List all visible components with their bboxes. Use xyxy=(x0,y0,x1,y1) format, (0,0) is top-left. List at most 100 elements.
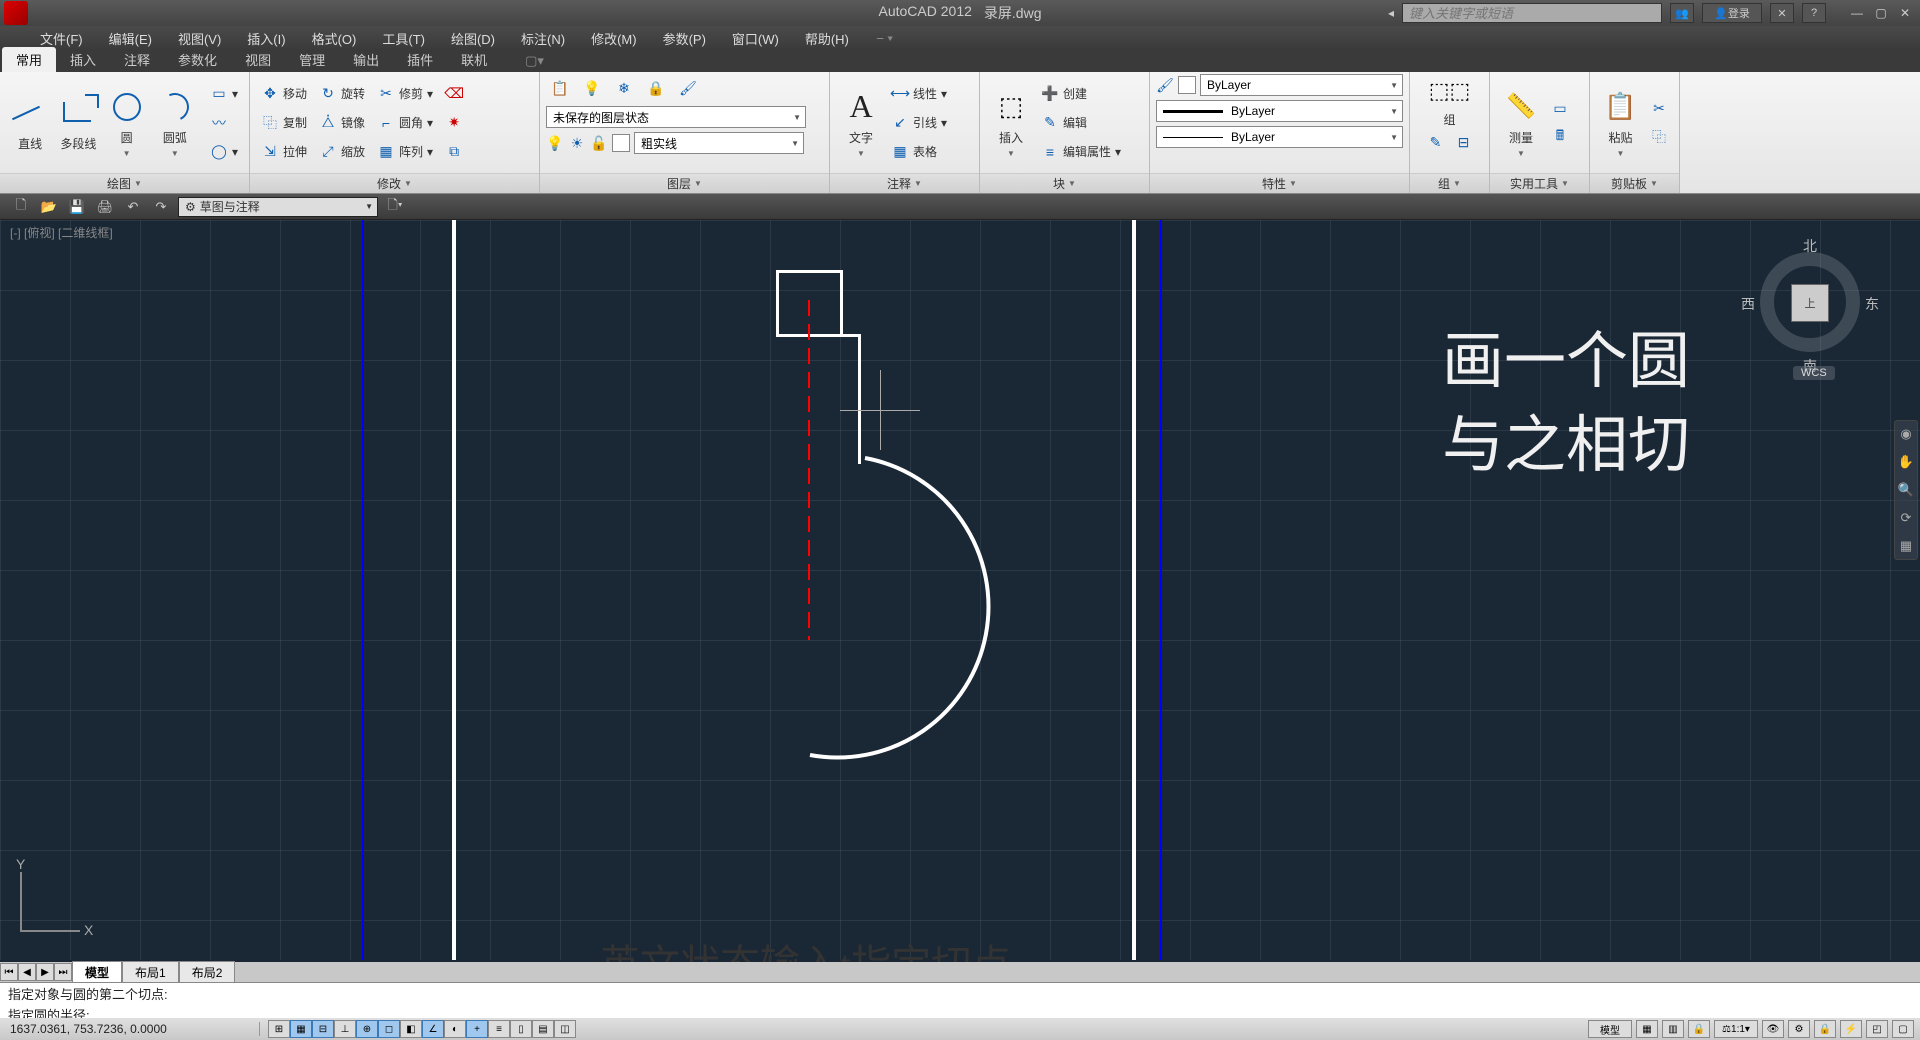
tab-next[interactable]: ▶ xyxy=(36,963,54,981)
tab-view[interactable]: 视图 xyxy=(231,47,285,72)
sb-toolbar-lock[interactable]: 🔒 xyxy=(1814,1020,1836,1038)
tab-first[interactable]: ⏮ xyxy=(0,963,18,981)
qat-undo[interactable]: ↶ xyxy=(122,197,144,217)
tool-cut[interactable]: ✂ xyxy=(1645,94,1673,122)
tool-spline[interactable]: 〰 xyxy=(205,109,243,137)
viewcube-west[interactable]: 西 xyxy=(1741,294,1755,314)
menu-window[interactable]: 窗口(W) xyxy=(722,27,789,50)
panel-modify-title[interactable]: 修改 xyxy=(250,173,539,193)
tool-group[interactable]: ⬚⬚组 xyxy=(1425,74,1475,128)
sb-hardware-accel[interactable]: ⚡ xyxy=(1840,1020,1862,1038)
sb-annovisibility[interactable]: 👁 xyxy=(1762,1020,1784,1038)
linetype-combo[interactable]: ByLayer xyxy=(1156,126,1403,148)
tab-parametric[interactable]: 参数化 xyxy=(164,47,231,72)
panel-util-title[interactable]: 实用工具 xyxy=(1490,173,1589,193)
layer-state-combo[interactable]: 未保存的图层状态 xyxy=(546,106,806,128)
panel-annotate-title[interactable]: 注释 xyxy=(830,173,979,193)
tool-arc[interactable]: 圆弧▼ xyxy=(151,75,199,171)
tool-polyline[interactable]: 多段线 xyxy=(54,75,102,171)
group-ungroup[interactable]: ⊟ xyxy=(1450,128,1478,156)
maximize-button[interactable]: ▢ xyxy=(1870,4,1892,22)
lineweight-combo[interactable]: ByLayer xyxy=(1156,100,1403,122)
tool-copy-clip[interactable]: ⿻ xyxy=(1645,123,1673,151)
tab-last[interactable]: ⏭ xyxy=(54,963,72,981)
tab-output[interactable]: 输出 xyxy=(339,47,393,72)
wcs-badge[interactable]: WCS xyxy=(1793,366,1835,380)
close-button[interactable]: ✕ xyxy=(1894,4,1916,22)
sb-modelspace[interactable]: 模型 xyxy=(1588,1020,1632,1038)
sb-quicklayout[interactable]: ▥ xyxy=(1662,1020,1684,1038)
login-button[interactable]: 👤 登录 xyxy=(1702,3,1762,23)
tool-paste[interactable]: 📋粘贴▼ xyxy=(1596,75,1645,171)
layer-current-combo[interactable]: 粗实线 xyxy=(634,132,804,154)
layout-tab-model[interactable]: 模型 xyxy=(72,961,122,983)
tab-addins[interactable]: 插件 xyxy=(393,47,447,72)
panel-insert-title[interactable]: 块 xyxy=(980,173,1149,193)
tool-rotate[interactable]: ↻旋转 xyxy=(314,80,370,108)
tool-select[interactable]: ▭ xyxy=(1546,94,1574,122)
nav-wheel[interactable]: ◉ xyxy=(1897,425,1915,443)
tool-move[interactable]: ✥移动 xyxy=(256,80,312,108)
panel-clip-title[interactable]: 剪贴板 xyxy=(1590,173,1679,193)
tool-array[interactable]: ▦阵列 ▾ xyxy=(372,138,438,166)
tool-fillet[interactable]: ⌐圆角 ▾ xyxy=(372,109,438,137)
tool-stretch[interactable]: ⇲拉伸 xyxy=(256,138,312,166)
tool-edit-attr[interactable]: ≡编辑属性 ▾ xyxy=(1036,138,1126,166)
layout-tab-1[interactable]: 布局1 xyxy=(122,961,179,983)
tool-circle[interactable]: 圆▼ xyxy=(102,75,150,171)
panel-draw-title[interactable]: 绘图 xyxy=(0,173,249,193)
sb-lwt[interactable]: ≡ xyxy=(488,1020,510,1038)
tool-line[interactable]: 直线 xyxy=(6,75,54,171)
match-props-icon[interactable]: 🖌 xyxy=(1156,76,1174,94)
sb-dyn[interactable]: + xyxy=(466,1020,488,1038)
sb-snap[interactable]: ▦ xyxy=(290,1020,312,1038)
sb-cleanscreen[interactable]: ▢ xyxy=(1892,1020,1914,1038)
nav-pan[interactable]: ✋ xyxy=(1897,453,1915,471)
qat-redo[interactable]: ↷ xyxy=(150,197,172,217)
infocenter-button[interactable]: 👥 xyxy=(1670,3,1694,23)
search-input[interactable] xyxy=(1402,3,1662,23)
tool-mirror[interactable]: ⧊镜像 xyxy=(314,109,370,137)
minimize-button[interactable]: — xyxy=(1846,4,1868,22)
viewport-label[interactable]: [-] [俯视] [二维线框] xyxy=(10,224,113,241)
tool-leader[interactable]: ↙引线 ▾ xyxy=(886,109,952,137)
tab-insert[interactable]: 插入 xyxy=(56,47,110,72)
panel-group-title[interactable]: 组 xyxy=(1410,173,1489,193)
drawing-viewport[interactable]: /*grid drawn via JS below*/ [-] [俯视] [二维… xyxy=(0,220,1920,960)
tool-copy[interactable]: ⿻复制 xyxy=(256,109,312,137)
tab-online[interactable]: 联机 xyxy=(447,47,501,72)
tool-erase[interactable]: ⌫ xyxy=(440,80,468,108)
sb-workspace[interactable]: ⚙ xyxy=(1788,1020,1810,1038)
nav-zoom[interactable]: 🔍 xyxy=(1897,481,1915,499)
sb-annoscale[interactable]: ⚖ 1:1▾ xyxy=(1714,1020,1758,1038)
sb-sc[interactable]: ◫ xyxy=(554,1020,576,1038)
layer-freeze[interactable]: ❄ xyxy=(610,74,638,102)
sb-isolate[interactable]: ◰ xyxy=(1866,1020,1888,1038)
tab-manage[interactable]: 管理 xyxy=(285,47,339,72)
tab-home[interactable]: 常用 xyxy=(2,47,56,72)
menu-help[interactable]: 帮助(H) xyxy=(795,27,859,50)
color-combo[interactable]: ByLayer xyxy=(1200,74,1403,96)
sb-annoscale-lock[interactable]: 🔒 xyxy=(1688,1020,1710,1038)
layer-off[interactable]: 💡 xyxy=(578,74,606,102)
tool-measure[interactable]: 📏测量▼ xyxy=(1496,75,1546,171)
nav-showmotion[interactable]: ▦ xyxy=(1897,537,1915,555)
sb-osnap[interactable]: ◻ xyxy=(378,1020,400,1038)
tool-edit-block[interactable]: ✎编辑 xyxy=(1036,109,1126,137)
tool-rectangle[interactable]: ▭▾ xyxy=(205,80,243,108)
tool-text[interactable]: A文字▼ xyxy=(836,75,886,171)
layout-tab-2[interactable]: 布局2 xyxy=(179,961,236,983)
menu-extra-dropdown[interactable]: ⎯ ▾ xyxy=(877,30,893,46)
sb-ortho[interactable]: ⊥ xyxy=(334,1020,356,1038)
viewcube-top[interactable]: 上 xyxy=(1791,284,1829,322)
qat-new2[interactable]: 🗋▾ xyxy=(384,197,406,217)
menu-modify[interactable]: 修改(M) xyxy=(581,27,647,50)
help-button[interactable]: ? xyxy=(1802,3,1826,23)
layer-lock[interactable]: 🔒 xyxy=(642,74,670,102)
qat-print[interactable]: 🖨 xyxy=(94,197,116,217)
sb-quickview[interactable]: ▦ xyxy=(1636,1020,1658,1038)
command-window[interactable]: 指定对象与圆的第二个切点: 指定圆的半径: xyxy=(0,982,1920,1018)
tool-trim[interactable]: ✂修剪 ▾ xyxy=(372,80,438,108)
tool-scale[interactable]: ⤢缩放 xyxy=(314,138,370,166)
menu-param[interactable]: 参数(P) xyxy=(653,27,716,50)
